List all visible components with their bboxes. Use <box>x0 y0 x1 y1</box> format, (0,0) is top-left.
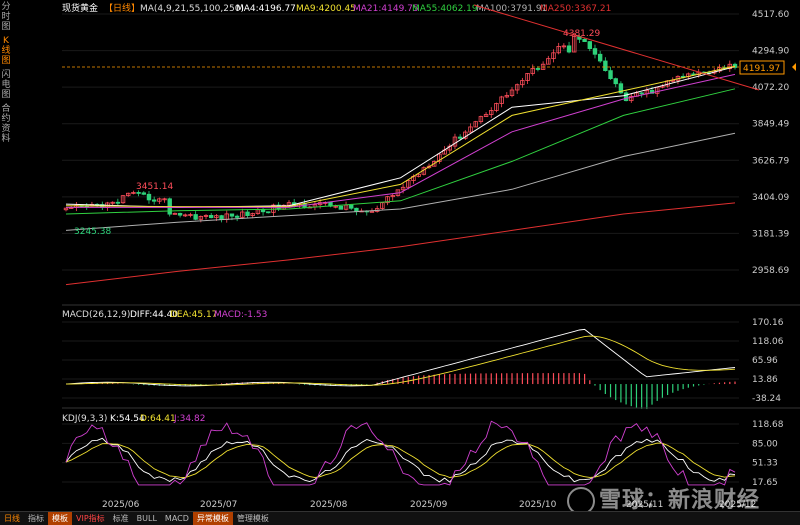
macd-macd: MACD:-1.53 <box>214 310 267 320</box>
mid-high-annotation: 3451.14 <box>136 182 173 192</box>
ma-label: MA(4,9,21,55,100,250) <box>140 4 244 14</box>
ma4-value: MA4:4196.77 <box>236 4 296 14</box>
candle-body <box>587 41 592 49</box>
macd-dea: DEA:45.17 <box>170 310 217 320</box>
watermark-text: 雪球：新浪财经 <box>598 488 760 513</box>
price-tick-label: 4294.90 <box>752 47 789 57</box>
bottom-item-daily[interactable]: 日线 <box>0 512 24 525</box>
candle-body <box>603 60 608 72</box>
candle-body <box>266 211 271 214</box>
high-annotation: 4381.29 <box>563 29 600 39</box>
candle-body <box>338 205 344 210</box>
sidebar-item-contract[interactable]: 合约资料 <box>0 102 12 146</box>
candle-body <box>535 68 541 70</box>
candle-body <box>566 45 572 53</box>
candle-body <box>229 213 235 217</box>
price-tick-label: 3849.49 <box>752 120 789 130</box>
candle-body <box>141 192 146 195</box>
symbol-label: 现货黄金 <box>62 2 98 14</box>
candle-body <box>623 92 629 102</box>
candle-body <box>260 209 266 213</box>
kdj-tick-label: 118.68 <box>752 420 784 430</box>
candle-body <box>608 70 613 80</box>
candle-body <box>613 78 618 85</box>
x-tick-label: 2025/10 <box>519 500 557 510</box>
bottom-item-indicator[interactable]: 指标 <box>24 512 48 525</box>
candle-body <box>457 136 463 139</box>
macd-tick-label: 170.16 <box>752 318 784 328</box>
candle-body <box>349 204 354 209</box>
candle-body <box>146 193 152 201</box>
candle-body <box>354 207 359 212</box>
macd-tick-label: 118.06 <box>752 337 784 347</box>
bottom-item-bull[interactable]: BULL <box>133 512 161 525</box>
x-tick-label: 2025/06 <box>102 500 140 510</box>
candle-body <box>592 48 598 55</box>
kdj-tick-label: 51.33 <box>752 459 778 469</box>
candle-body <box>209 214 214 219</box>
ma250-value: MA250:3367.21 <box>540 4 611 14</box>
price-tick-label: 2958.69 <box>752 266 789 276</box>
x-tick-label: 2025/09 <box>410 500 448 510</box>
macd-name: MACD(26,12,9) <box>62 310 130 320</box>
price-tick-label: 4072.20 <box>752 83 789 93</box>
low-annotation: 3245.38 <box>74 227 111 237</box>
ma9-value: MA9:4200.45 <box>296 4 356 14</box>
candle-body <box>234 215 240 218</box>
kdj-name: KDJ(9,3,3) <box>62 414 107 424</box>
price-tick-label: 3181.39 <box>752 229 789 239</box>
kdj-j: J:34.82 <box>173 414 205 424</box>
price-tick-label: 4517.60 <box>752 10 789 20</box>
price-tick-label: 3626.79 <box>752 156 789 166</box>
candle-body <box>582 38 587 42</box>
kdj-d: D:64.41 <box>140 414 176 424</box>
x-tick-label: 2025/08 <box>310 500 348 510</box>
ma55-value: MA55:4062.19 <box>412 4 478 14</box>
candle-body <box>193 214 198 220</box>
candle-body <box>151 199 157 202</box>
candle-body <box>597 53 603 62</box>
bottom-item-vip[interactable]: VIP指标 <box>72 512 109 525</box>
sidebar-item-timeshare[interactable]: 分时图 <box>0 0 12 34</box>
bottom-item-template[interactable]: 模板 <box>48 512 72 525</box>
candle-body <box>115 201 121 204</box>
candle-body <box>136 192 141 194</box>
x-tick-label: 2025/07 <box>200 500 237 510</box>
candle-body <box>245 211 250 216</box>
bottom-item-manage[interactable]: 管理模板 <box>233 512 273 525</box>
current-price-label: 4191.97 <box>743 64 780 74</box>
macd-tick-label: 13.86 <box>752 375 778 385</box>
kline-chart[interactable]: 现货黄金 【日线】 MA(4,9,21,55,100,250) MA4:4196… <box>14 0 800 511</box>
sidebar-item-kline[interactable]: K线图 <box>0 34 12 68</box>
period-label: 【日线】 <box>104 2 140 14</box>
macd-tick-label: 65.96 <box>752 356 778 366</box>
macd-tick-label: -38.24 <box>752 394 781 404</box>
sidebar-item-flash[interactable]: 闪电图 <box>0 68 12 102</box>
ma21-value: MA21:4149.75 <box>353 4 419 14</box>
bottom-item-macd[interactable]: MACD <box>161 512 193 525</box>
price-tick-label: 3404.09 <box>752 193 789 203</box>
bottom-toolbar: 日线 指标 模板 VIP指标 标准 BULL MACD 异常模板 管理模板 <box>0 511 800 525</box>
kdj-tick-label: 85.00 <box>752 439 778 449</box>
candle-body <box>219 215 224 220</box>
candle-body <box>639 92 644 95</box>
sidebar: 分时图 K线图 闪电图 合约资料 <box>0 0 15 512</box>
candle-body <box>177 212 183 216</box>
bottom-item-standard[interactable]: 标准 <box>109 512 133 525</box>
bottom-item-abnormal[interactable]: 异常模板 <box>192 512 233 525</box>
